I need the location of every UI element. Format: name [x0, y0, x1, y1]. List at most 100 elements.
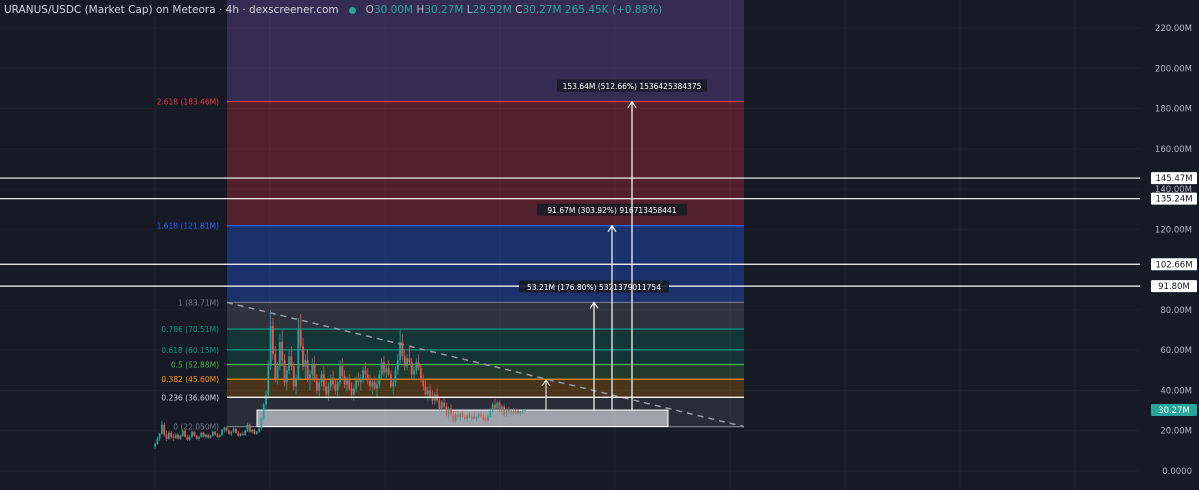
chart-root: 2.618 (183.46M) 1.618 (121.81M) 1 (83.71M)…	[0, 0, 1199, 490]
candle-body	[262, 404, 265, 419]
candle-body	[311, 364, 314, 375]
candle-body	[269, 326, 272, 367]
candle-body	[184, 430, 186, 437]
candle-body	[299, 330, 302, 347]
candle-body	[355, 380, 358, 389]
candle-body	[477, 414, 480, 417]
candle-body	[514, 410, 517, 414]
candle-body	[188, 436, 191, 440]
price-tag-label: 135.24M	[1155, 195, 1192, 205]
candle-body	[274, 354, 277, 379]
candle-body	[218, 434, 221, 437]
price-tick-label: 120.00M	[1155, 225, 1192, 235]
candle-body	[348, 380, 351, 389]
last-price-tag-label: 30.27M	[1158, 406, 1190, 416]
ohlc-change: 265.45K (+0.88%)	[564, 4, 663, 16]
candle-body	[177, 434, 180, 439]
price-tick-label: 160.00M	[1155, 145, 1192, 155]
candle-body	[315, 380, 318, 391]
candle-body	[487, 416, 489, 421]
candle-body	[507, 409, 510, 413]
candle-body	[494, 404, 496, 409]
price-tag-label: 102.66M	[1155, 260, 1192, 270]
candle-body	[260, 418, 263, 429]
price-chart[interactable]: 2.618 (183.46M) 1.618 (121.81M) 1 (83.71M)…	[0, 0, 1199, 490]
measure-label: 53.21M (176.80%) 5321379011754	[527, 283, 661, 292]
candle-body	[519, 411, 522, 414]
candle-body	[452, 414, 455, 421]
price-tick-label: 40.00M	[1160, 386, 1192, 396]
price-tick-label: 220.00M	[1155, 24, 1192, 34]
candle-body	[336, 382, 339, 391]
candle-body	[306, 360, 309, 379]
candle-body	[343, 376, 346, 385]
candle-body	[480, 414, 482, 417]
candle-body	[450, 408, 452, 415]
candle-body	[290, 356, 293, 367]
candle-body	[313, 364, 316, 381]
candle-body	[484, 418, 487, 421]
candle-body	[440, 402, 443, 409]
candle-body	[255, 431, 258, 434]
candle-body	[389, 374, 392, 387]
candle-body	[387, 368, 390, 375]
candle-body	[468, 415, 471, 418]
candle-body	[510, 410, 513, 413]
candle-body	[181, 430, 184, 436]
ohlc-open-key: O	[365, 4, 374, 16]
fib-level-label: 0.382 (45.60M)	[161, 375, 219, 384]
candle-body	[447, 408, 450, 415]
price-axis: 220.00M200.00M180.00M160.00M140.00M120.0…	[1140, 0, 1199, 490]
fib-zone	[227, 302, 744, 330]
candle-body	[297, 330, 300, 379]
candle-body	[179, 435, 182, 439]
candle-body	[517, 410, 519, 414]
candle-body	[232, 428, 235, 432]
candle-body	[267, 366, 270, 395]
candle-body	[454, 414, 457, 421]
candle-body	[383, 362, 385, 373]
candle-body	[459, 413, 462, 417]
candle-body	[498, 402, 501, 411]
candle-body	[292, 366, 295, 387]
candle-body	[163, 424, 166, 435]
candle-body	[401, 342, 404, 357]
ohlc-close-value: 30.27M	[522, 4, 562, 16]
candle-body	[248, 424, 251, 432]
candle-body	[399, 342, 402, 361]
candle-body	[204, 434, 207, 437]
candle-body	[304, 360, 307, 367]
candle-body	[491, 404, 494, 411]
candle-body	[230, 431, 233, 434]
candle-body	[438, 400, 441, 409]
candle-body	[154, 443, 156, 447]
candle-body	[496, 402, 499, 409]
candle-body	[225, 427, 228, 431]
candle-body	[193, 431, 196, 436]
candle-body	[195, 435, 198, 439]
price-tick-label: 60.00M	[1160, 346, 1192, 356]
price-tick-label: 80.00M	[1160, 306, 1192, 316]
candle-body	[415, 362, 418, 371]
candle-body	[200, 432, 203, 437]
candle-body	[172, 436, 175, 438]
price-tag-label: 145.47M	[1155, 174, 1192, 184]
candle-body	[278, 342, 281, 367]
candle-body	[329, 378, 332, 387]
candle-body	[320, 374, 323, 383]
candle-body	[482, 416, 485, 419]
candle-body	[373, 382, 376, 389]
candle-body	[500, 406, 503, 411]
candle-body	[362, 370, 365, 379]
candle-body	[392, 382, 395, 387]
candle-body	[463, 416, 466, 419]
candle-body	[165, 434, 168, 439]
candle-body	[413, 370, 415, 375]
fib-retracement: 2.618 (183.46M) 1.618 (121.81M) 1 (83.71M)…	[157, 0, 745, 432]
candle-body	[339, 366, 341, 383]
candle-body	[396, 360, 399, 371]
fib-zone	[227, 364, 744, 380]
candle-body	[239, 433, 242, 436]
candle-body	[489, 410, 492, 417]
candle-body	[366, 374, 369, 381]
